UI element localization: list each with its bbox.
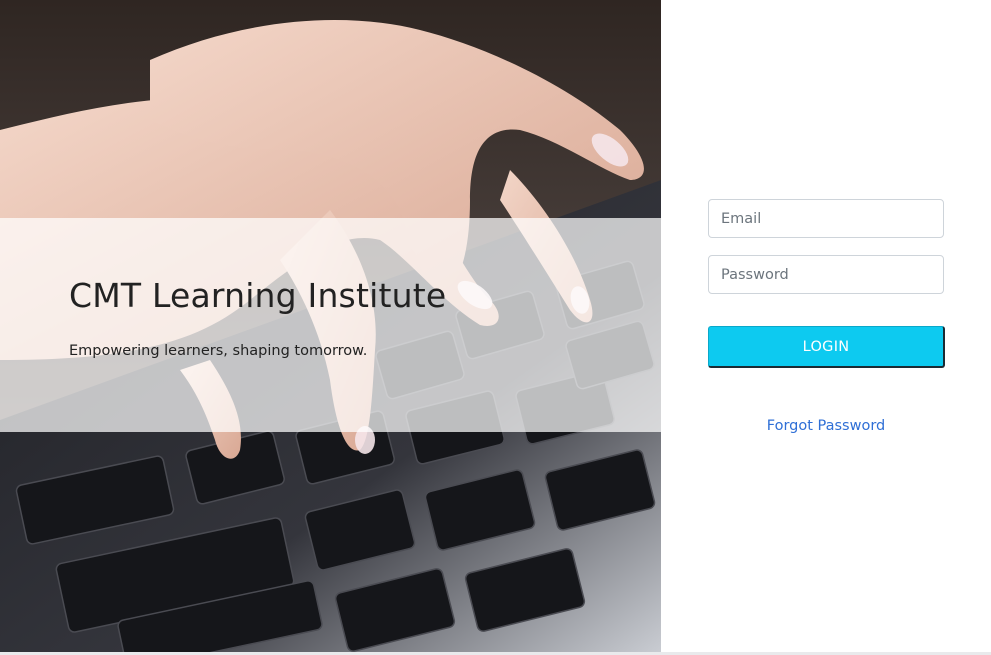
institute-tagline: Empowering learners, shaping tomorrow.	[69, 343, 368, 359]
email-field[interactable]	[708, 199, 944, 238]
forgot-password-link[interactable]: Forgot Password	[661, 418, 991, 434]
hero-overlay-band	[0, 218, 661, 432]
password-field[interactable]	[708, 255, 944, 294]
login-panel: LOGIN Forgot Password	[661, 0, 991, 655]
institute-title: CMT Learning Institute	[69, 276, 447, 315]
login-button[interactable]: LOGIN	[708, 326, 945, 368]
login-page: CMT Learning Institute Empowering learne…	[0, 0, 991, 655]
hero-panel: CMT Learning Institute Empowering learne…	[0, 0, 661, 652]
